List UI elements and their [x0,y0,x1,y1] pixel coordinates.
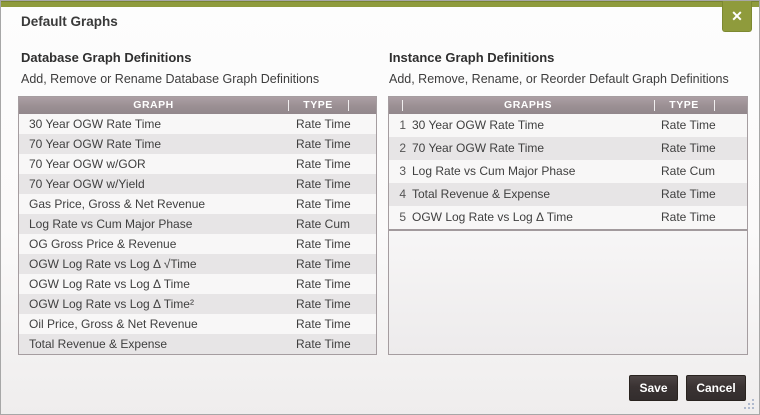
close-icon: ✕ [731,7,743,24]
cell-type: Rate Time [296,297,351,311]
cell-name: Total Revenue & Expense [29,337,168,351]
table-row[interactable]: 70 Year OGW w/GOR Rate Time [19,154,376,174]
cancel-button[interactable]: Cancel [686,375,746,401]
table-row[interactable]: 2 70 Year OGW Rate Time Rate Time [389,137,747,160]
dialog-title: Default Graphs [21,14,118,29]
cell-type: Rate Time [296,157,351,171]
empty-list-area [389,231,747,354]
column-header-type: TYPE [669,99,699,111]
cell-name: Oil Price, Gross & Net Revenue [29,317,198,331]
table-row[interactable]: 1 30 Year OGW Rate Time Rate Time [389,114,747,137]
cell-type: Rate Time [296,117,351,131]
cell-name: 30 Year OGW Rate Time [29,117,162,131]
cell-type: Rate Time [296,177,351,191]
table-row[interactable]: 3 Log Rate vs Cum Major Phase Rate Cum [389,160,747,183]
table-row[interactable]: 70 Year OGW w/Yield Rate Time [19,174,376,194]
instance-section-heading: Instance Graph Definitions [389,50,555,65]
header-separator [348,100,349,111]
cell-type: Rate Time [296,197,351,211]
database-table-header: GRAPH TYPE [19,97,376,114]
cell-type: Rate Time [661,187,716,201]
cell-name: 70 Year OGW w/GOR [29,157,146,171]
cell-type: Rate Time [296,337,351,351]
cell-name: Total Revenue & Expense [412,187,551,201]
cell-name: Gas Price, Gross & Net Revenue [29,197,206,211]
cell-type: Rate Time [661,210,716,224]
cell-type: Rate Time [296,257,351,271]
cell-type: Rate Time [296,317,351,331]
instance-section-subtitle: Add, Remove, Rename, or Reorder Default … [389,72,729,86]
table-row[interactable]: OG Gross Price & Revenue Rate Time [19,234,376,254]
cell-num: 4 [399,187,406,201]
default-graphs-dialog: ✕ Default Graphs Database Graph Definiti… [0,0,760,415]
cell-name: OGW Log Rate vs Log Δ √Time [29,257,197,271]
database-graph-list: 30 Year OGW Rate Time Rate Time 70 Year OG… [19,114,376,354]
cell-type: Rate Cum [296,217,351,231]
table-row[interactable]: OGW Log Rate vs Log Δ Time Rate Time [19,274,376,294]
cell-name: OGW Log Rate vs Log Δ Time² [29,297,194,311]
cell-name: 70 Year OGW Rate Time [29,137,162,151]
cell-name: OGW Log Rate vs Log Δ Time [412,210,573,224]
table-row[interactable]: Gas Price, Gross & Net Revenue Rate Time [19,194,376,214]
table-row[interactable]: Total Revenue & Expense Rate Time [19,334,376,354]
cell-type: Rate Time [296,237,351,251]
instance-graph-list: 1 30 Year OGW Rate Time Rate Time 2 70 Year … [389,114,747,229]
column-header-graphs: GRAPHS [504,99,552,111]
cell-name: 70 Year OGW Rate Time [412,141,545,155]
dialog-accent-bar [1,1,759,7]
table-row[interactable]: Log Rate vs Cum Major Phase Rate Cum [19,214,376,234]
database-section-heading: Database Graph Definitions [21,50,192,65]
table-row[interactable]: OGW Log Rate vs Log Δ √Time Rate Time [19,254,376,274]
cell-name: 70 Year OGW w/Yield [29,177,145,191]
close-button[interactable]: ✕ [722,1,752,32]
cell-num: 1 [399,118,406,132]
cell-name: OGW Log Rate vs Log Δ Time [29,277,190,291]
cell-type: Rate Cum [661,164,716,178]
cell-name: Log Rate vs Cum Major Phase [29,217,193,231]
cell-num: 5 [399,210,406,224]
column-header-graph: GRAPH [133,99,174,111]
header-separator [714,100,715,111]
database-section-subtitle: Add, Remove or Rename Database Graph Def… [21,72,320,86]
table-row[interactable]: 4 Total Revenue & Expense Rate Time [389,183,747,206]
cell-name: 30 Year OGW Rate Time [412,118,545,132]
cell-num: 3 [399,164,406,178]
cell-name: OG Gross Price & Revenue [29,237,177,251]
save-button[interactable]: Save [629,375,678,401]
table-row[interactable]: 5 OGW Log Rate vs Log Δ Time Rate Time [389,206,747,229]
cell-num: 2 [399,141,406,155]
cell-name: Log Rate vs Cum Major Phase [412,164,576,178]
cell-type: Rate Time [661,141,716,155]
cell-type: Rate Time [296,277,351,291]
database-graph-table: GRAPH TYPE 30 Year OGW Rate Time Rate Tim… [18,96,377,355]
cell-type: Rate Time [296,137,351,151]
resize-grip[interactable] [742,397,756,411]
column-header-type: TYPE [303,99,333,111]
instance-graph-table: GRAPHS TYPE 1 30 Year OGW Rate Time Rate T… [388,96,748,355]
table-row[interactable]: 30 Year OGW Rate Time Rate Time [19,114,376,134]
instance-table-header: GRAPHS TYPE [389,97,747,114]
table-row[interactable]: OGW Log Rate vs Log Δ Time² Rate Time [19,294,376,314]
table-row[interactable]: 70 Year OGW Rate Time Rate Time [19,134,376,154]
table-row[interactable]: Oil Price, Gross & Net Revenue Rate Time [19,314,376,334]
cell-type: Rate Time [661,118,716,132]
